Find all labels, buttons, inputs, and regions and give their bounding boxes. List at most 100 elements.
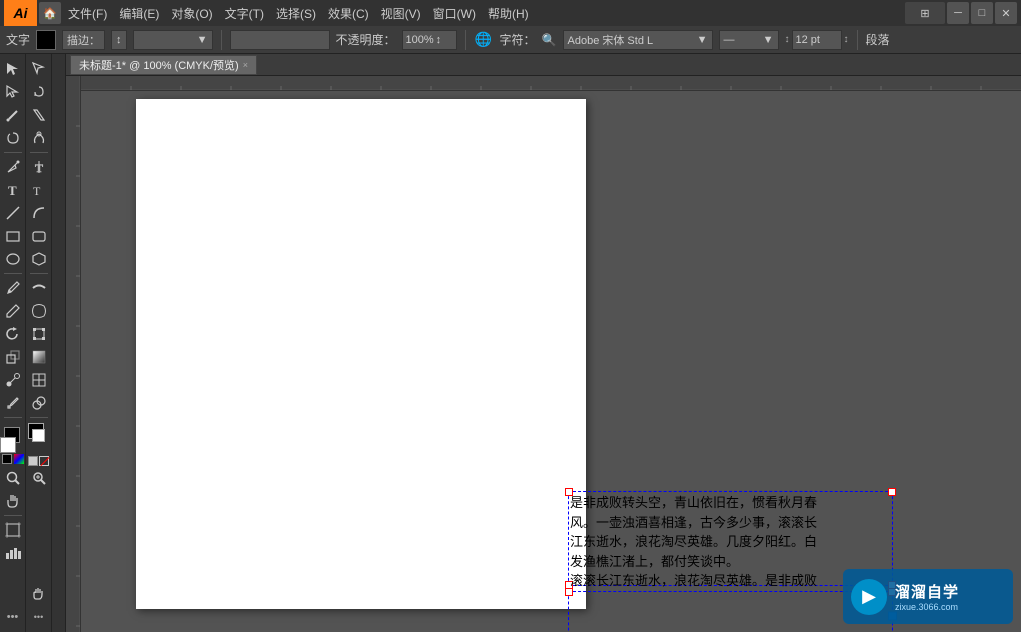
sep4	[4, 515, 22, 516]
gradient-swatch[interactable]	[14, 454, 24, 464]
menu-select[interactable]: 选择(S)	[271, 3, 321, 24]
window-maximize[interactable]: □	[971, 2, 993, 24]
select-tool-btn[interactable]	[2, 58, 24, 80]
menu-effect[interactable]: 效果(C)	[323, 3, 374, 24]
home-icon[interactable]: 🏠	[39, 2, 61, 24]
ellipse-tool-btn[interactable]	[2, 248, 24, 270]
stroke-style-dropdown[interactable]: ▼	[133, 30, 213, 50]
text-line5: 滚滚长江东逝水，浪花淘尽英雄。是非成败	[570, 571, 891, 591]
canvas-tab-close-btn[interactable]: ×	[243, 60, 248, 70]
stroke-swatch[interactable]	[32, 429, 45, 442]
font-style-dropdown[interactable]: —▼	[719, 30, 779, 50]
blend-tool-btn[interactable]	[2, 369, 24, 391]
opacity-input[interactable]: 100%↕	[402, 30, 457, 50]
sep2	[4, 273, 22, 274]
rotate-tool-btn[interactable]	[2, 323, 24, 345]
color-swatches[interactable]	[2, 425, 24, 447]
stroke-options[interactable]: ↕	[111, 30, 127, 50]
slice-tool-btn[interactable]	[28, 104, 50, 126]
line-tool-btn[interactable]	[2, 202, 24, 224]
divider2	[465, 30, 466, 50]
web-icon: 🌐	[474, 30, 494, 50]
font-family-dropdown[interactable]: Adobe 宋体 Std L▼	[563, 30, 713, 50]
sep3	[4, 417, 22, 418]
tool-mode-label: 文字	[6, 31, 30, 48]
polygon-tool-btn[interactable]	[28, 248, 50, 270]
font-size-input[interactable]: 12 pt	[792, 30, 842, 50]
more-tools[interactable]: •••	[2, 606, 24, 628]
options-bar: 文字 描边： ↕ ▼ 不透明度： 100%↕ 🌐 字符： 🔍 Adobe 宋体 …	[0, 26, 1021, 54]
menu-edit[interactable]: 编辑(E)	[114, 3, 164, 24]
pencil-tool-btn[interactable]	[2, 300, 24, 322]
canvas-tab-bar: 未标题-1* @ 100% (CMYK/预览) ×	[66, 54, 1021, 76]
type-vert-tool-btn[interactable]: T	[28, 156, 50, 178]
para-label: 段落	[866, 31, 890, 48]
watermark-title: 溜溜自学	[895, 581, 959, 602]
watermark-text-group: 溜溜自学 zixue.3066.com	[895, 581, 959, 612]
window-minimize[interactable]: ─	[947, 2, 969, 24]
menu-view[interactable]: 视图(V)	[376, 3, 426, 24]
scale-tool-btn[interactable]	[2, 346, 24, 368]
text-line1: 是非成败转头空，青山依旧在，惯看秋月春	[570, 493, 891, 513]
app-logo: Ai	[4, 0, 37, 26]
window-close[interactable]: ✕	[995, 2, 1017, 24]
gradient2-tool-btn[interactable]	[28, 346, 50, 368]
swatch-modes	[28, 456, 49, 466]
width-tool-btn[interactable]	[28, 277, 50, 299]
paintbrush-tool-btn[interactable]	[2, 277, 24, 299]
shape-builder-tool-btn[interactable]	[28, 392, 50, 414]
mesh2-tool-btn[interactable]	[28, 369, 50, 391]
hand2-tool-btn[interactable]	[28, 583, 50, 605]
group-select-tool-btn[interactable]	[28, 58, 50, 80]
arc-tool-btn[interactable]	[28, 202, 50, 224]
menu-file[interactable]: 文件(F)	[63, 3, 112, 24]
more-tools-2[interactable]: •••	[28, 606, 50, 628]
menu-object[interactable]: 对象(O)	[166, 3, 217, 24]
warp-tool-btn[interactable]	[28, 300, 50, 322]
sep1	[4, 152, 22, 153]
text-block[interactable]: 是非成败转头空，青山依旧在，惯看秋月春 风。一壶浊酒喜相逢，古今多少事，滚滚长 …	[568, 491, 893, 593]
lasso2-tool-btn[interactable]	[28, 81, 50, 103]
pen-tool-btn[interactable]	[2, 156, 24, 178]
zoom-tool-btn[interactable]	[2, 467, 24, 489]
toolbar-col2: T T	[26, 54, 52, 632]
canvas-viewport: 是非成败转头空，青山依旧在，惯看秋月春 风。一壶浊酒喜相逢，古今多少事，滚滚长 …	[81, 91, 1021, 632]
free-transform-tool-btn[interactable]	[28, 323, 50, 345]
menu-help[interactable]: 帮助(H)	[483, 3, 534, 24]
hand-tool-btn[interactable]	[2, 490, 24, 512]
background-swatch[interactable]	[0, 437, 16, 453]
touch-type-tool-btn[interactable]: T	[28, 179, 50, 201]
artboard-tool-btn[interactable]	[2, 519, 24, 541]
text-line3: 江东逝水，浪花淘尽英雄。几度夕阳红。白	[570, 532, 891, 552]
text-line2: 风。一壶浊酒喜相逢，古今多少事，滚滚长	[570, 513, 891, 533]
type-tool-btn[interactable]: T	[2, 179, 24, 201]
layout-switcher[interactable]: ⊞	[905, 2, 945, 24]
canvas-tab-title: 未标题-1* @ 100% (CMYK/预览)	[79, 57, 239, 73]
fill-color-swatch[interactable]	[36, 30, 56, 50]
none-mode[interactable]	[39, 456, 49, 466]
graph-tool-btn[interactable]	[2, 542, 24, 564]
menu-bar: 文件(F) 编辑(E) 对象(O) 文字(T) 选择(S) 效果(C) 视图(V…	[63, 3, 903, 24]
eyedropper-tool-btn[interactable]	[2, 392, 24, 414]
menu-type[interactable]: 文字(T)	[220, 3, 269, 24]
magic-wand-tool-btn[interactable]	[2, 104, 24, 126]
sep-r2	[30, 273, 48, 274]
rounded-rect-tool-btn[interactable]	[28, 225, 50, 247]
watermark-url: zixue.3066.com	[895, 602, 959, 612]
rect-tool-btn[interactable]	[2, 225, 24, 247]
toolbar: T	[0, 54, 26, 632]
solid-mode[interactable]	[28, 456, 38, 466]
menu-window[interactable]: 窗口(W)	[428, 3, 481, 24]
stroke-label: 描边：	[62, 30, 105, 50]
anchor-tool-btn[interactable]	[28, 127, 50, 149]
zoom2-tool-btn[interactable]	[28, 467, 50, 489]
opacity-bar[interactable]	[230, 30, 330, 50]
opacity-label: 不透明度：	[336, 31, 396, 48]
none-swatch[interactable]	[2, 454, 12, 464]
canvas-tab[interactable]: 未标题-1* @ 100% (CMYK/预览) ×	[70, 55, 257, 75]
lasso-tool-btn[interactable]	[2, 127, 24, 149]
direct-select-tool-btn[interactable]	[2, 81, 24, 103]
title-bar: Ai 🏠 文件(F) 编辑(E) 对象(O) 文字(T) 选择(S) 效果(C)…	[0, 0, 1021, 26]
ruler-vertical	[66, 76, 81, 632]
svg-text:T: T	[33, 184, 41, 198]
